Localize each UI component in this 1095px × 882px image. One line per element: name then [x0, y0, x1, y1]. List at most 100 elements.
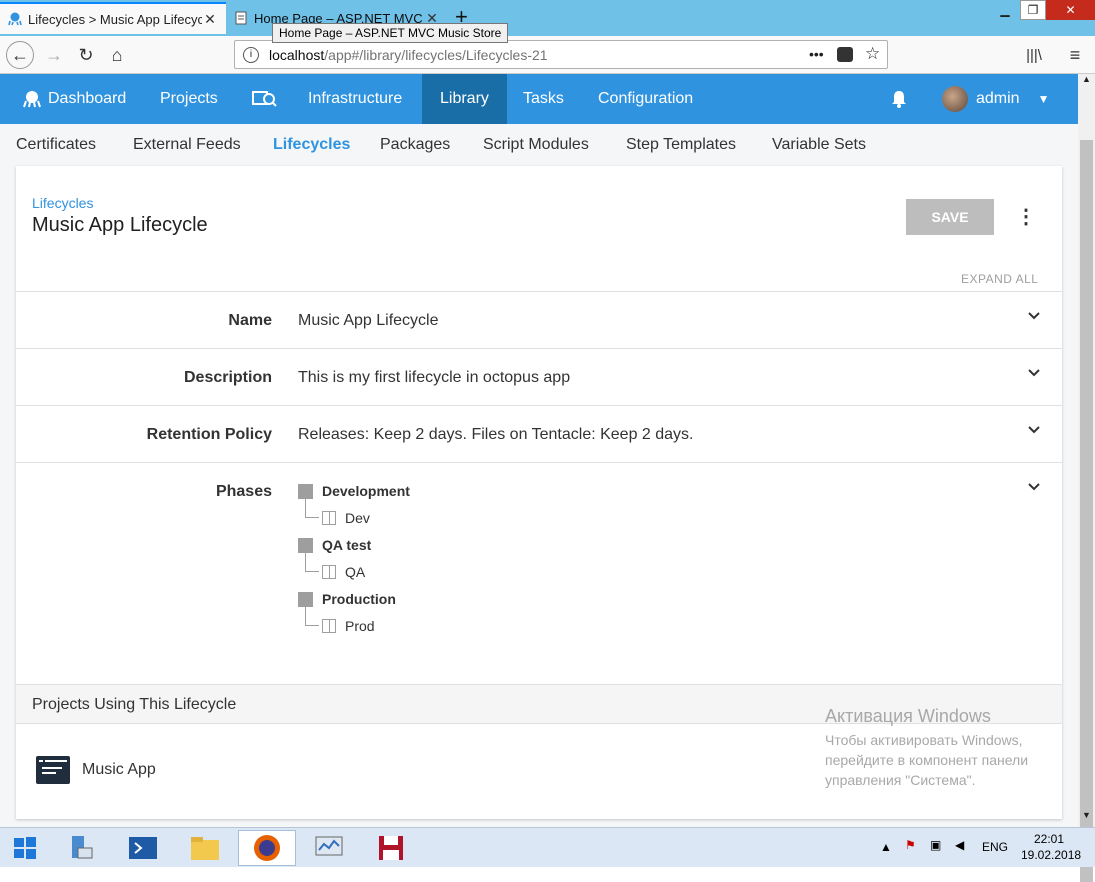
url-bar[interactable]: i localhost/app#/library/lifecycles/Life…: [234, 40, 888, 69]
window-close-icon[interactable]: ✕: [1046, 0, 1095, 20]
page-scrollbar[interactable]: ▲ ▼: [1078, 74, 1095, 882]
server-manager-icon[interactable]: [52, 830, 110, 866]
phase-name: Production: [322, 591, 396, 607]
field-row-description[interactable]: Description This is my first lifecycle i…: [16, 348, 1062, 405]
search-icon[interactable]: [252, 74, 278, 124]
bookmark-star-icon[interactable]: ☆: [865, 44, 880, 64]
bell-icon[interactable]: [890, 74, 908, 124]
subnav-step-templates[interactable]: Step Templates: [626, 136, 736, 154]
nav-tasks[interactable]: Tasks: [523, 74, 564, 124]
subnav-external-feeds[interactable]: External Feeds: [133, 136, 241, 154]
firefox-icon[interactable]: [238, 830, 296, 866]
field-row-phases[interactable]: Phases Development Dev QA test QA Produc…: [16, 462, 1062, 684]
reload-icon[interactable]: ↻: [72, 41, 100, 69]
scroll-up-icon[interactable]: ▲: [1078, 74, 1095, 91]
field-row-name[interactable]: Name Music App Lifecycle: [16, 291, 1062, 348]
watermark-line: перейдите в компонент панели: [825, 752, 1029, 768]
environment-name: Dev: [345, 510, 370, 526]
overflow-menu-icon[interactable]: ⋮: [1016, 204, 1036, 229]
phase-item: Development: [298, 483, 410, 499]
subnav-variable-sets[interactable]: Variable Sets: [772, 136, 866, 154]
tab-lifecycles[interactable]: Lifecycles > Music App Lifecycle ✕: [0, 2, 226, 34]
tab-close-icon[interactable]: ✕: [202, 11, 218, 28]
tray-flag-icon[interactable]: ⚑: [905, 838, 916, 852]
subnav-lifecycles[interactable]: Lifecycles: [273, 136, 350, 154]
field-value: This is my first lifecycle in octopus ap…: [298, 369, 571, 386]
field-value: Releases: Keep 2 days. Files on Tentacle…: [298, 426, 694, 443]
browser-nav-bar: ← → ↻ ⌂ i localhost/app#/library/lifecyc…: [0, 36, 1095, 74]
subnav-packages[interactable]: Packages: [380, 136, 450, 154]
powershell-icon[interactable]: [114, 830, 172, 866]
environment-name: Prod: [345, 618, 375, 634]
scroll-down-icon[interactable]: ▼: [1078, 810, 1095, 827]
environment-icon: [322, 565, 336, 579]
tree-connector: [305, 553, 319, 572]
nav-projects-label: Projects: [160, 90, 218, 107]
field-value: Music App Lifecycle: [298, 312, 439, 329]
forward-arrow-icon[interactable]: →: [40, 41, 68, 69]
environment-icon: [322, 511, 336, 525]
scrollbar-thumb[interactable]: [1080, 140, 1093, 882]
tray-up-icon[interactable]: ▲: [880, 840, 892, 854]
library-subnav: Certificates External Feeds Lifecycles P…: [0, 124, 1078, 164]
user-name: admin: [976, 90, 1020, 107]
minimize-icon[interactable]: ▁: [990, 0, 1020, 20]
page-title: Music App Lifecycle: [32, 214, 208, 236]
project-icon: [36, 756, 70, 784]
tray-network-icon[interactable]: ▣: [930, 838, 941, 852]
chevron-down-icon[interactable]: [1026, 365, 1042, 381]
file-explorer-icon[interactable]: [176, 830, 234, 866]
chevron-down-icon[interactable]: [1026, 308, 1042, 324]
environment-icon: [322, 619, 336, 633]
nav-projects[interactable]: Projects: [160, 74, 218, 124]
save-button[interactable]: SAVE: [906, 199, 994, 235]
chevron-down-icon[interactable]: [1026, 422, 1042, 438]
expand-all-button[interactable]: EXPAND ALL: [961, 272, 1038, 286]
project-item[interactable]: Music App: [36, 756, 156, 784]
back-arrow-icon[interactable]: ←: [6, 41, 34, 69]
phase-square-icon: [298, 537, 313, 553]
phase-name: Development: [322, 483, 410, 499]
field-label: Retention Policy: [146, 426, 272, 443]
pocket-icon[interactable]: [837, 47, 853, 62]
info-icon[interactable]: i: [243, 46, 259, 63]
nav-tasks-label: Tasks: [523, 90, 564, 107]
nav-dashboard[interactable]: Dashboard: [22, 74, 126, 124]
page-actions-icon[interactable]: •••: [809, 46, 824, 62]
nav-configuration-label: Configuration: [598, 90, 694, 107]
octopus-favicon-icon: [8, 12, 22, 26]
subnav-certificates[interactable]: Certificates: [16, 136, 96, 154]
menu-icon[interactable]: ≡: [1061, 41, 1089, 69]
watermark-title: Активация Windows: [825, 706, 991, 726]
clock-time[interactable]: 22:01: [1034, 832, 1064, 846]
field-label: Name: [228, 312, 272, 329]
language-indicator[interactable]: ENG: [982, 840, 1008, 854]
page-favicon-icon: [234, 11, 248, 25]
nav-configuration[interactable]: Configuration: [598, 74, 693, 124]
environment-item: Prod: [322, 618, 375, 634]
nav-library[interactable]: Library: [422, 74, 507, 124]
user-menu[interactable]: admin ▼: [942, 74, 1049, 124]
url-path: /app#/library/lifecycles/Lifecycles-21: [324, 46, 548, 63]
browser-tab-strip: Lifecycles > Music App Lifecycle ✕ Home …: [0, 0, 1095, 36]
chevron-down-icon[interactable]: [1026, 479, 1042, 495]
phase-item: QA test: [298, 537, 371, 553]
save-floppy-icon[interactable]: [362, 830, 420, 866]
nav-infrastructure[interactable]: Infrastructure: [308, 74, 402, 124]
phase-square-icon: [298, 483, 313, 499]
performance-monitor-icon[interactable]: [300, 830, 358, 866]
clock-date[interactable]: 19.02.2018: [1021, 848, 1081, 862]
environment-item: Dev: [322, 510, 370, 526]
field-label: Phases: [215, 483, 272, 500]
phase-name: QA test: [322, 537, 372, 553]
tree-connector: [305, 607, 319, 626]
windows-start-icon[interactable]: [0, 830, 50, 866]
tray-volume-icon[interactable]: ◀: [955, 838, 964, 852]
subnav-script-modules[interactable]: Script Modules: [483, 136, 589, 154]
nav-dashboard-label: Dashboard: [48, 90, 127, 107]
restore-icon[interactable]: ❐: [1020, 0, 1046, 20]
home-icon[interactable]: ⌂: [103, 41, 131, 69]
field-row-retention[interactable]: Retention Policy Releases: Keep 2 days. …: [16, 405, 1062, 462]
tab-title: Lifecycles > Music App Lifecycle: [28, 11, 202, 27]
breadcrumb[interactable]: Lifecycles: [32, 195, 93, 211]
